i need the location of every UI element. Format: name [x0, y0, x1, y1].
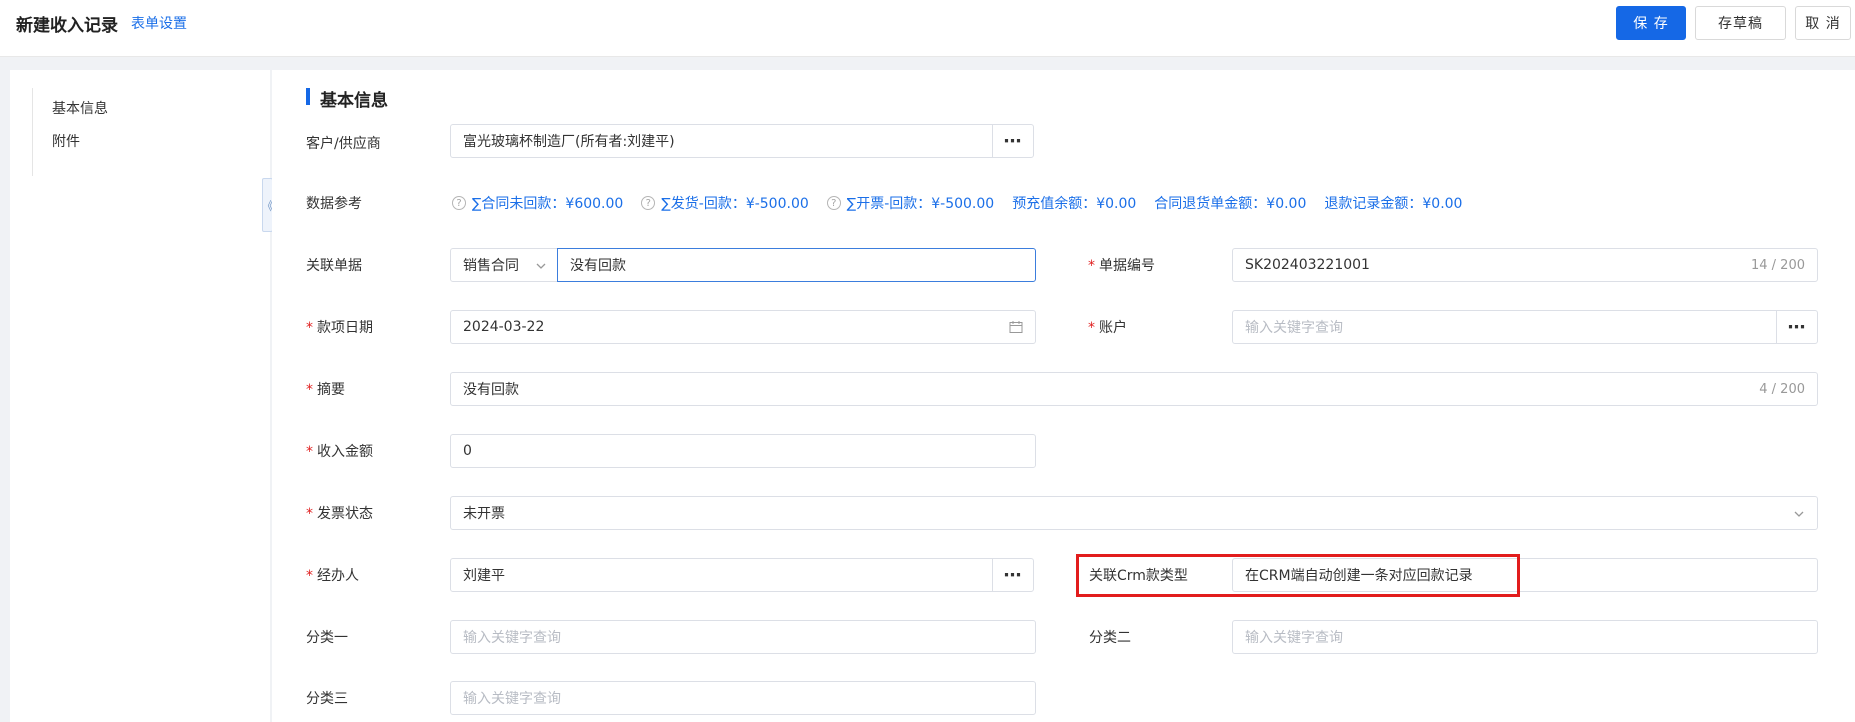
help-icon: ?: [452, 196, 466, 210]
summary-value: 没有回款: [463, 382, 519, 398]
ref-invoiced-minus-paid[interactable]: ? ∑开票-回款：¥-500.00: [826, 193, 995, 213]
cat1-label: 分类一: [306, 630, 348, 646]
ref-refund-amount[interactable]: 退款记录金额：¥0.00: [1324, 193, 1462, 213]
customer-more-button[interactable]: ⋯: [992, 125, 1033, 157]
save-button[interactable]: 保 存: [1616, 6, 1686, 40]
summary-label-text: 摘要: [317, 382, 345, 398]
sidebar-divider: [32, 88, 33, 176]
calendar-icon[interactable]: [1009, 320, 1023, 334]
section-accent-bar: [306, 88, 310, 105]
help-icon: ?: [826, 196, 841, 210]
cat2-label: 分类二: [1089, 630, 1131, 646]
ref-contract-unpaid[interactable]: ? ∑合同未回款：¥600.00: [452, 193, 623, 213]
account-input[interactable]: 输入关键字查询 ⋯: [1232, 310, 1818, 344]
crm-type-value: 在CRM端自动创建一条对应回款记录: [1245, 568, 1473, 584]
doc-no-value: SK202403221001: [1245, 257, 1370, 273]
cat2-placeholder: 输入关键字查询: [1245, 630, 1343, 646]
amount-label: * 收入金额: [306, 444, 373, 460]
ref-shipped-minus-paid-text: ∑发货-回款：¥-500.00: [661, 196, 809, 212]
handler-label: * 经办人: [306, 568, 359, 584]
sidebar-item-basic-info[interactable]: 基本信息: [52, 98, 108, 118]
cat3-input[interactable]: 输入关键字查询: [450, 681, 1036, 715]
page-title: 新建收入记录: [16, 16, 118, 36]
amount-value: 0: [463, 443, 472, 459]
doc-no-label-text: 单据编号: [1099, 258, 1155, 274]
section-title: 基本信息: [320, 91, 388, 111]
summary-counter: 4 / 200: [1759, 381, 1805, 397]
customer-value: 富光玻璃杯制造厂(所有者:刘建平): [463, 134, 675, 150]
cat1-placeholder: 输入关键字查询: [463, 630, 561, 646]
ref-contract-unpaid-text: ∑合同未回款：¥600.00: [472, 196, 624, 212]
handler-label-text: 经办人: [317, 568, 359, 584]
cat1-input[interactable]: 输入关键字查询: [450, 620, 1036, 654]
handler-more-button[interactable]: ⋯: [992, 559, 1033, 591]
account-more-button[interactable]: ⋯: [1776, 311, 1817, 343]
related-doc-value: 没有回款: [570, 258, 626, 274]
account-label: * 账户: [1088, 320, 1127, 336]
cancel-button[interactable]: 取 消: [1795, 6, 1851, 40]
crm-type-label: 关联Crm款类型: [1089, 568, 1188, 584]
related-doc-input[interactable]: 没有回款: [557, 248, 1036, 282]
handler-input[interactable]: 刘建平 ⋯: [450, 558, 1034, 592]
account-placeholder: 输入关键字查询: [1245, 320, 1343, 336]
date-value: 2024-03-22: [463, 319, 545, 335]
doc-no-counter: 14 / 200: [1751, 257, 1805, 273]
doc-no-input[interactable]: SK202403221001 14 / 200: [1232, 248, 1818, 282]
invoice-status-label: * 发票状态: [306, 506, 373, 522]
date-label: * 款项日期: [306, 320, 373, 336]
chevron-down-icon: [536, 263, 546, 269]
data-ref-label: 数据参考: [306, 196, 362, 212]
ref-invoiced-minus-paid-text: ∑开票-回款：¥-500.00: [846, 196, 995, 212]
related-doc-type-select[interactable]: 销售合同: [450, 248, 558, 282]
sidebar-item-attachments[interactable]: 附件: [52, 131, 80, 151]
invoice-status-value: 未开票: [463, 506, 505, 522]
cat2-input[interactable]: 输入关键字查询: [1232, 620, 1818, 654]
date-input[interactable]: 2024-03-22: [450, 310, 1036, 344]
chevron-down-icon: [1794, 511, 1804, 517]
customer-label: 客户/供应商: [306, 136, 381, 152]
related-doc-type-value: 销售合同: [463, 258, 519, 274]
doc-no-label: * 单据编号: [1088, 258, 1155, 274]
help-icon: ?: [641, 196, 656, 210]
crm-type-select[interactable]: 在CRM端自动创建一条对应回款记录: [1232, 558, 1818, 592]
data-ref-row: ? ∑合同未回款：¥600.00 ? ∑发货-回款：¥-500.00 ? ∑开票-回款…: [452, 193, 1480, 213]
handler-value: 刘建平: [463, 568, 505, 584]
invoice-status-label-text: 发票状态: [317, 506, 373, 522]
amount-input[interactable]: 0: [450, 434, 1036, 468]
invoice-status-select[interactable]: 未开票: [450, 496, 1818, 530]
cat3-placeholder: 输入关键字查询: [463, 691, 561, 707]
ref-shipped-minus-paid[interactable]: ? ∑发货-回款：¥-500.00: [641, 193, 809, 213]
customer-field[interactable]: 富光玻璃杯制造厂(所有者:刘建平) ⋯: [450, 124, 1034, 158]
related-doc-label: 关联单据: [306, 258, 362, 274]
summary-input[interactable]: 没有回款 4 / 200: [450, 372, 1818, 406]
top-bar: 新建收入记录 表单设置 保 存 存草稿 取 消: [0, 0, 1855, 57]
ref-prepaid-balance[interactable]: 预充值余额：¥0.00: [1012, 193, 1136, 213]
summary-label: * 摘要: [306, 382, 345, 398]
cat3-label: 分类三: [306, 691, 348, 707]
amount-label-text: 收入金额: [317, 444, 373, 460]
form-settings-link[interactable]: 表单设置: [131, 13, 187, 33]
account-label-text: 账户: [1099, 320, 1127, 336]
date-label-text: 款项日期: [317, 320, 373, 336]
save-draft-button[interactable]: 存草稿: [1695, 6, 1786, 40]
ref-contract-return[interactable]: 合同退货单金额：¥0.00: [1154, 193, 1306, 213]
sidebar: 基本信息 附件: [10, 70, 270, 722]
